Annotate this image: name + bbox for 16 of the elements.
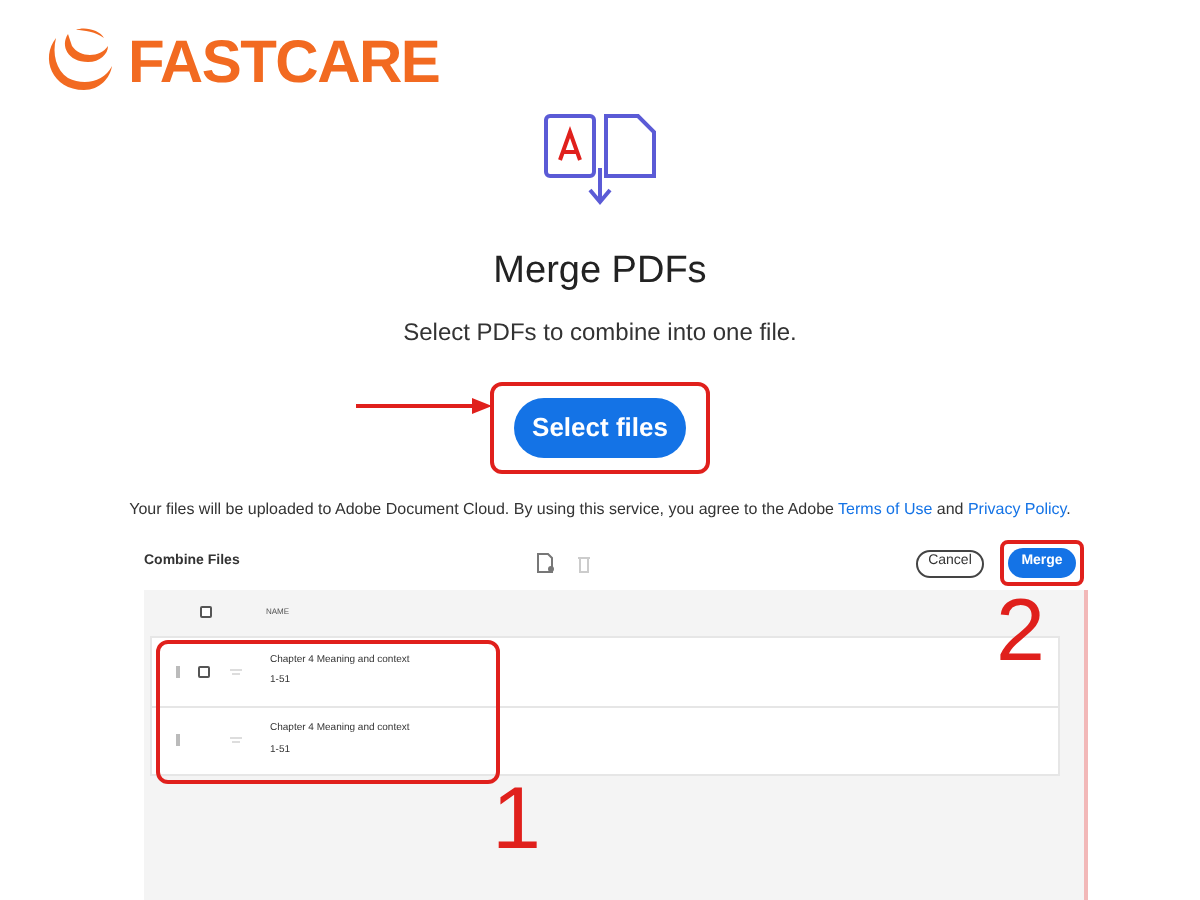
add-file-icon[interactable] — [536, 552, 556, 574]
file-thumbnail-icon — [230, 736, 242, 744]
drag-handle-icon[interactable] — [176, 734, 180, 746]
drag-handle-icon[interactable] — [176, 665, 180, 677]
step-number: 1 — [492, 776, 541, 864]
select-files-button[interactable]: Select files — [514, 397, 686, 457]
privacy-link[interactable]: Privacy Policy — [967, 499, 1067, 517]
file-thumbnail-icon — [230, 667, 242, 675]
select-all-checkbox[interactable] — [200, 605, 212, 617]
page-title: Merge PDFs — [493, 248, 707, 296]
brand-name: FASTCARE — [128, 27, 440, 99]
upload-notice: Your files will be uploaded to Adobe Document Cloud. By using this service, you agree to the Adobe Terms of Use and Privacy Policy. — [127, 497, 1073, 521]
terms-link[interactable]: Terms of Use — [838, 499, 933, 517]
step-number: 2 — [996, 588, 1045, 676]
subtitle: Select PDFs to combine into one file. — [403, 315, 797, 349]
row-checkbox[interactable] — [198, 665, 210, 677]
